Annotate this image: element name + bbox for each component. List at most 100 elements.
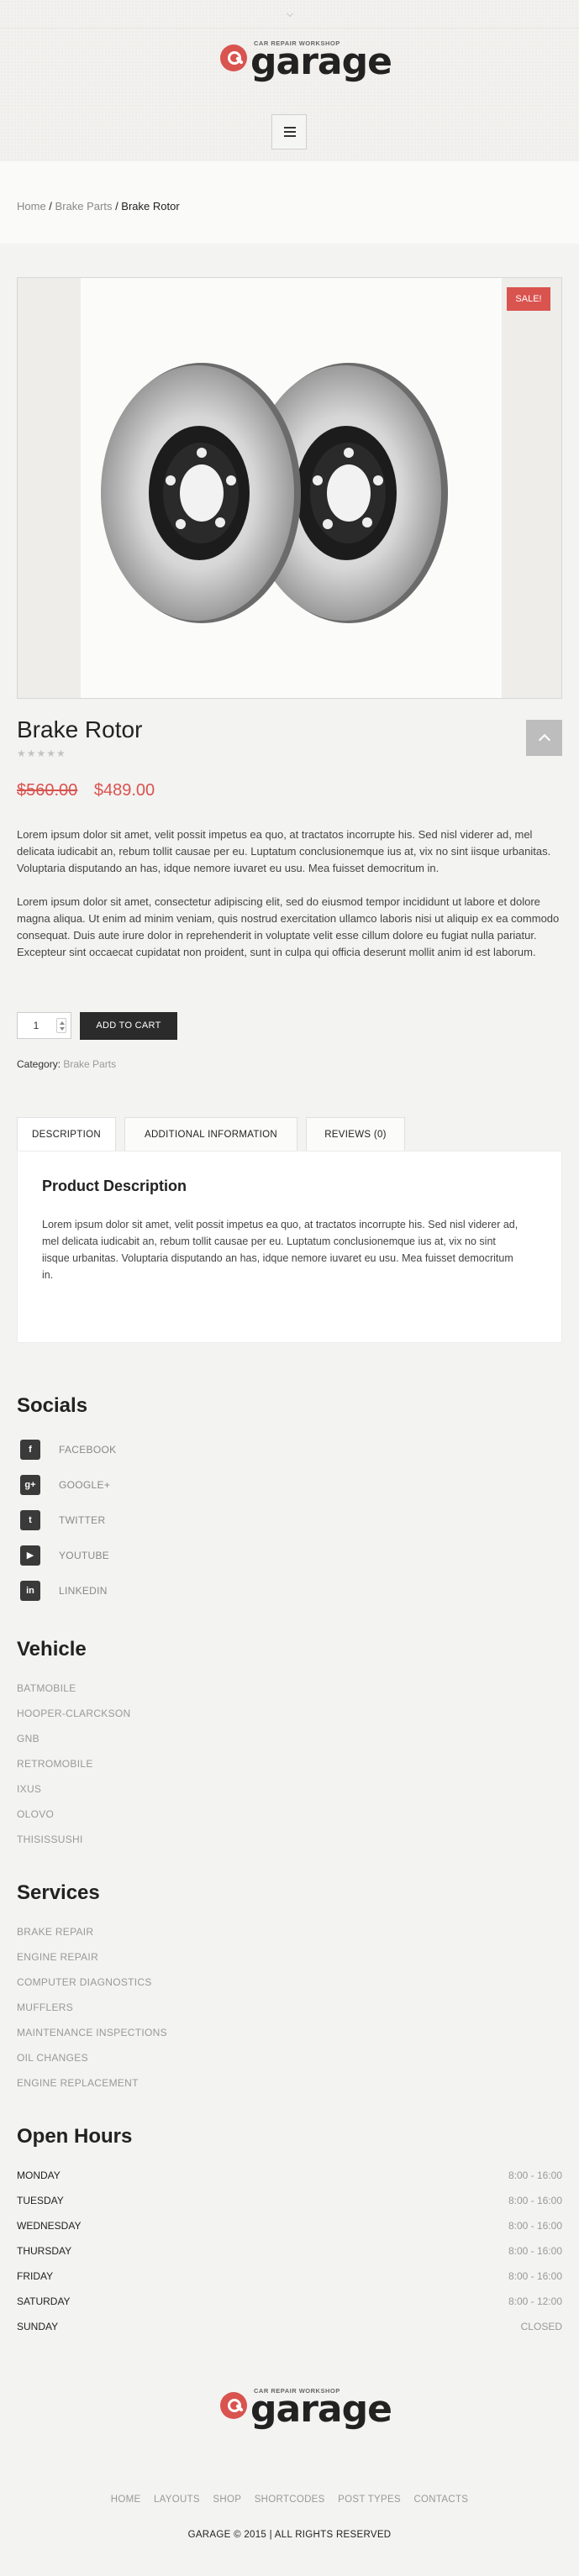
social-label: LINKEDIN: [59, 1585, 108, 1597]
service-link[interactable]: BRAKE REPAIR: [17, 1926, 93, 1938]
social-label: GOOGLE+: [59, 1479, 111, 1491]
tab-panel-title: Product Description: [42, 1178, 187, 1194]
social-facebook[interactable]: f FACEBOOK: [17, 1440, 116, 1460]
add-to-cart-button[interactable]: ADD TO CART: [80, 1012, 177, 1040]
social-google-plus[interactable]: g+ GOOGLE+: [17, 1475, 110, 1495]
footer-link-shop[interactable]: SHOP: [213, 2495, 241, 2505]
footer-link-shortcodes[interactable]: SHORTCODES: [255, 2495, 325, 2505]
arrow-down-icon[interactable]: [60, 1027, 65, 1031]
sale-badge: SALE!: [507, 287, 550, 311]
social-linkedin[interactable]: in LINKEDIN: [17, 1581, 108, 1601]
vehicle-link[interactable]: RETROMOBILE: [17, 1758, 93, 1770]
socials-title: Socials: [17, 1394, 88, 1417]
quantity-input[interactable]: 1: [18, 1013, 55, 1038]
social-youtube[interactable]: ▶ YOUTUBE: [17, 1545, 109, 1566]
rating-stars: ★★★★★: [17, 748, 66, 759]
hours-time: 8:00 - 16:00: [508, 2220, 562, 2232]
category-link[interactable]: Brake Parts: [63, 1058, 116, 1070]
price: $560.00 $489.00: [17, 781, 155, 800]
menu-toggle-button[interactable]: [271, 114, 307, 150]
quantity-stepper[interactable]: 1: [17, 1012, 71, 1039]
twitter-icon: t: [20, 1510, 40, 1530]
breadcrumb-current: Brake Rotor: [121, 200, 180, 212]
service-link[interactable]: MUFFLERS: [17, 2002, 73, 2013]
service-link[interactable]: MAINTENANCE INSPECTIONS: [17, 2027, 167, 2038]
tab-reviews[interactable]: REVIEWS (0): [306, 1117, 405, 1151]
breadcrumb-separator: /: [112, 200, 122, 212]
footer-link-contacts[interactable]: CONTACTS: [413, 2495, 468, 2505]
brake-rotor-left: [101, 363, 301, 623]
wrench-logo-icon: [220, 2391, 247, 2419]
hours-row: FRIDAY 8:00 - 16:00: [17, 2270, 562, 2282]
hours-time: 8:00 - 16:00: [508, 2270, 562, 2282]
hours-day: MONDAY: [17, 2169, 61, 2181]
hamburger-icon-line: [284, 131, 296, 133]
chevron-down-icon: [287, 10, 293, 17]
site-header: CAR REPAIR WORKSHOP garage: [0, 0, 579, 161]
social-twitter[interactable]: t TWITTER: [17, 1510, 105, 1530]
short-description: Lorem ipsum dolor sit amet, velit possit…: [17, 828, 551, 874]
hamburger-icon-line: [284, 135, 296, 137]
footer-logo[interactable]: CAR REPAIR WORKSHOP garage: [220, 2388, 392, 2428]
facebook-icon: f: [20, 1440, 40, 1460]
service-link[interactable]: OIL CHANGES: [17, 2052, 88, 2064]
social-label: TWITTER: [59, 1514, 106, 1526]
arrow-up-icon[interactable]: [60, 1021, 65, 1025]
hours-row: SUNDAY CLOSED: [17, 2321, 562, 2332]
footer-link-home[interactable]: HOME: [111, 2495, 141, 2505]
top-panel-toggle[interactable]: [281, 0, 299, 25]
hours-day: SATURDAY: [17, 2295, 71, 2307]
footer-link-post-types[interactable]: POST TYPES: [338, 2495, 401, 2505]
hours-row: TUESDAY 8:00 - 16:00: [17, 2195, 562, 2206]
logo-name: garage: [250, 39, 392, 83]
short-description-2: Lorem ipsum dolor sit amet, consectetur …: [17, 895, 560, 958]
hours-day: WEDNESDAY: [17, 2220, 82, 2232]
price-old: $560.00: [17, 781, 78, 800]
vehicle-link[interactable]: BATMOBILE: [17, 1682, 76, 1694]
google-plus-icon: g+: [20, 1475, 40, 1495]
tab-panel-text: Lorem ipsum dolor sit amet, velit possit…: [42, 1219, 518, 1281]
hamburger-icon: [284, 127, 296, 129]
wrench-logo-icon: [220, 44, 247, 71]
youtube-icon: ▶: [20, 1545, 40, 1566]
hours-row: WEDNESDAY 8:00 - 16:00: [17, 2220, 562, 2232]
price-sale: $489.00: [93, 781, 155, 800]
site-logo[interactable]: CAR REPAIR WORKSHOP garage: [220, 40, 392, 81]
footer-nav: HOME LAYOUTS SHOP SHORTCODES POST TYPES …: [0, 2495, 579, 2505]
footer-link-layouts[interactable]: LAYOUTS: [154, 2495, 200, 2505]
product-category: Category: Brake Parts: [17, 1058, 116, 1070]
logo-name: garage: [250, 2387, 392, 2431]
breadcrumb-separator: /: [45, 200, 55, 212]
vehicle-link[interactable]: GNB: [17, 1733, 39, 1744]
hours-time: CLOSED: [520, 2321, 562, 2332]
product-title: Brake Rotor: [17, 716, 143, 742]
hours-row: THURSDAY 8:00 - 16:00: [17, 2245, 562, 2257]
open-hours-title: Open Hours: [17, 2125, 133, 2148]
hours-day: SUNDAY: [17, 2321, 59, 2332]
vehicle-link[interactable]: OLOVO: [17, 1808, 54, 1820]
quantity-arrows[interactable]: [56, 1018, 66, 1033]
service-link[interactable]: COMPUTER DIAGNOSTICS: [17, 1976, 152, 1988]
scroll-to-top-button[interactable]: [526, 720, 562, 756]
social-label: YOUTUBE: [59, 1550, 110, 1561]
service-link[interactable]: ENGINE REPAIR: [17, 1951, 98, 1963]
hours-day: TUESDAY: [17, 2195, 64, 2206]
divider: [0, 28, 579, 29]
hours-day: THURSDAY: [17, 2245, 72, 2257]
social-label: FACEBOOK: [59, 1444, 117, 1456]
hours-row: SATURDAY 8:00 - 12:00: [17, 2295, 562, 2307]
breadcrumb-category[interactable]: Brake Parts: [55, 200, 113, 212]
service-link[interactable]: ENGINE REPLACEMENT: [17, 2077, 139, 2089]
hours-time: 8:00 - 16:00: [508, 2245, 562, 2257]
tab-additional-information[interactable]: ADDITIONAL INFORMATION: [124, 1117, 297, 1151]
vehicle-link[interactable]: HOOPER-CLARCKSON: [17, 1708, 131, 1719]
hours-row: MONDAY 8:00 - 16:00: [17, 2169, 562, 2181]
linkedin-icon: in: [20, 1581, 40, 1601]
product-image: [101, 363, 448, 623]
vehicle-link[interactable]: THISISSUSHI: [17, 1834, 83, 1845]
breadcrumb-home[interactable]: Home: [17, 200, 46, 212]
vehicle-link[interactable]: IXUS: [17, 1783, 41, 1795]
breadcrumb: Home / Brake Parts / Brake Rotor: [17, 200, 180, 212]
tab-description[interactable]: DESCRIPTION: [17, 1117, 116, 1151]
copyright: GARAGE © 2015 | ALL RIGHTS RESERVED: [187, 2530, 392, 2540]
